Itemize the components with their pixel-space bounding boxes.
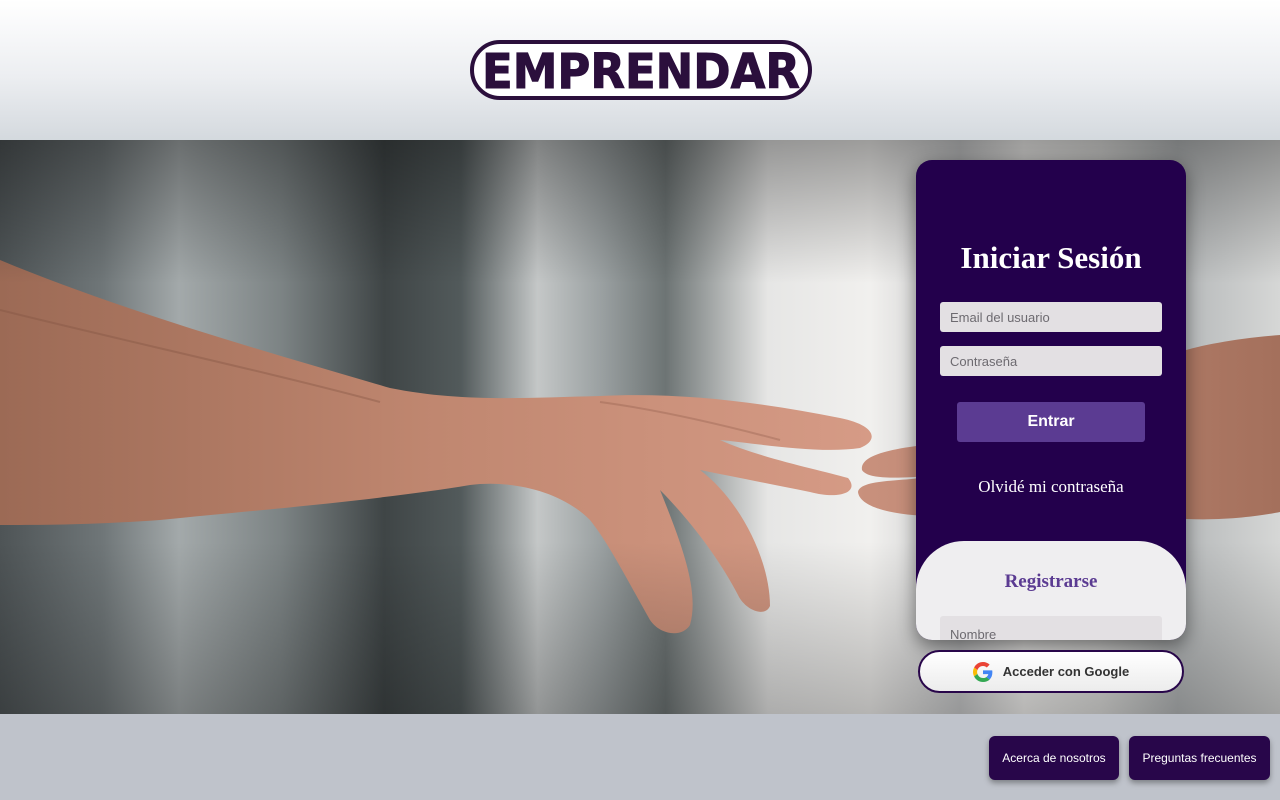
- logo-text: EMPRENDAR: [482, 44, 800, 100]
- google-icon: [972, 661, 993, 682]
- emprendar-logo[interactable]: EMPRENDAR: [470, 38, 812, 102]
- name-field[interactable]: [940, 616, 1162, 640]
- google-signin-button[interactable]: Acceder con Google: [918, 650, 1184, 693]
- logo-graphic: EMPRENDAR: [470, 40, 812, 101]
- email-field[interactable]: [940, 302, 1162, 332]
- faq-button[interactable]: Preguntas frecuentes: [1129, 736, 1270, 780]
- login-card: Iniciar Sesión Entrar Olvidé mi contrase…: [916, 160, 1186, 640]
- about-us-button[interactable]: Acerca de nosotros: [989, 736, 1119, 780]
- google-signin-label: Acceder con Google: [1002, 664, 1130, 679]
- login-title: Iniciar Sesión: [960, 240, 1142, 275]
- forgot-password-link[interactable]: Olvidé mi contraseña: [916, 477, 1186, 497]
- register-title[interactable]: Registrarse: [916, 571, 1186, 593]
- login-button[interactable]: Entrar: [957, 402, 1145, 442]
- site-footer: Acerca de nosotros Preguntas frecuentes: [0, 714, 1280, 800]
- site-header: EMPRENDAR: [0, 0, 1280, 140]
- register-panel[interactable]: Registrarse: [916, 541, 1186, 640]
- password-field[interactable]: [940, 346, 1162, 376]
